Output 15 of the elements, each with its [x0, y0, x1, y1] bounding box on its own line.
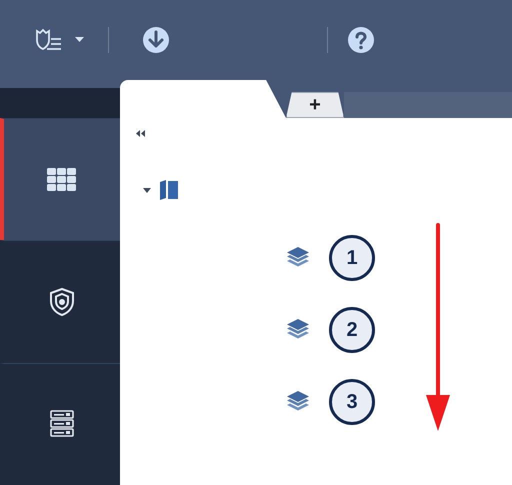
- caret-icon[interactable]: [143, 188, 151, 192]
- download-icon[interactable]: [142, 26, 170, 54]
- grid-icon: [47, 168, 77, 192]
- shield-icon: [49, 286, 75, 317]
- new-tab-button[interactable]: +: [286, 92, 344, 118]
- server-icon: [50, 410, 74, 438]
- map-icon: [159, 179, 179, 201]
- collapse-icon[interactable]: [136, 130, 146, 137]
- number-badge: 2: [329, 307, 375, 353]
- help-icon[interactable]: [347, 26, 375, 54]
- number-badge: 3: [329, 379, 375, 425]
- number-badge: 1: [329, 235, 375, 281]
- caret-icon[interactable]: [75, 37, 84, 43]
- sidebar-item[interactable]: [0, 118, 120, 240]
- shield-list-icon[interactable]: [35, 28, 63, 52]
